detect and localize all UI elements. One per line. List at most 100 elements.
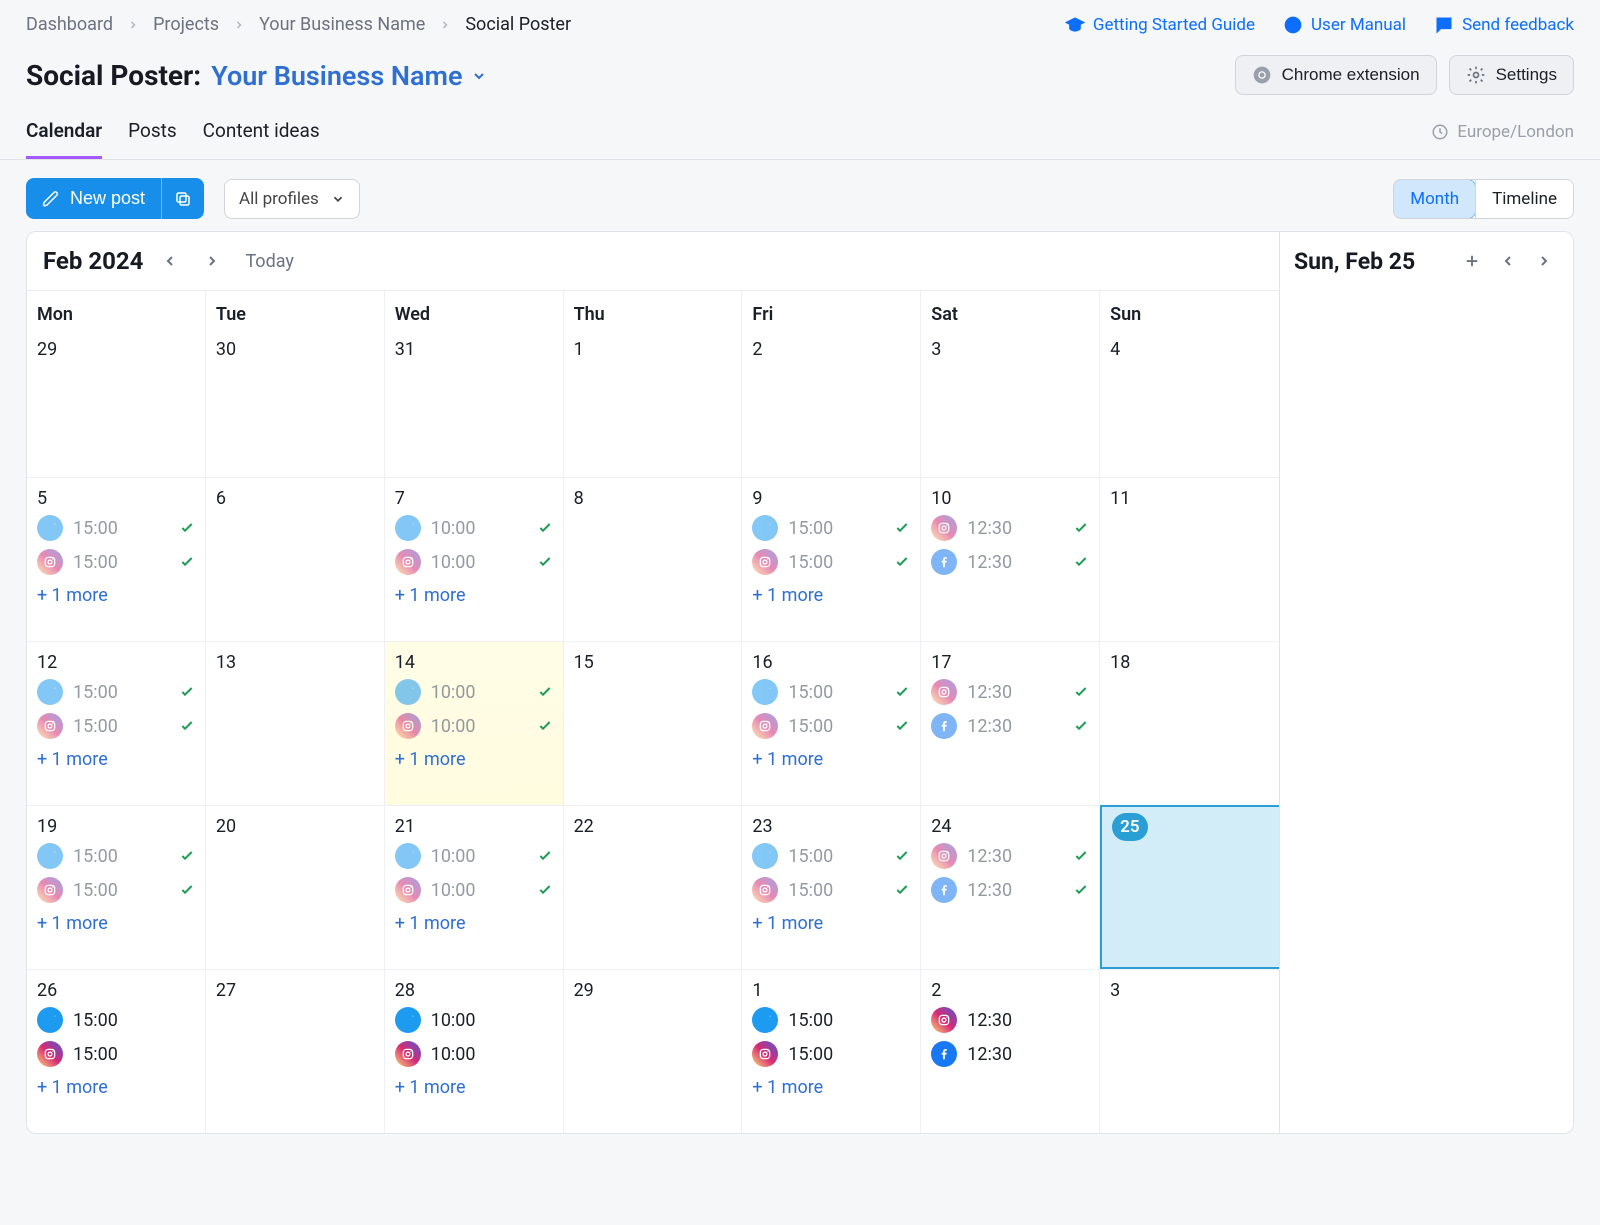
post-event[interactable]: 10:00 — [395, 713, 553, 739]
post-event[interactable]: 15:00 — [752, 843, 910, 869]
tab-content-ideas[interactable]: Content ideas — [203, 105, 320, 159]
breadcrumb-item[interactable]: Projects — [153, 14, 219, 35]
post-event[interactable]: 15:00 — [37, 713, 195, 739]
profiles-dropdown[interactable]: All profiles — [224, 179, 360, 219]
more-events-link[interactable]: + 1 more — [752, 913, 910, 934]
calendar-day[interactable]: 17 12:30 12:30 — [921, 641, 1100, 805]
more-events-link[interactable]: + 1 more — [395, 749, 553, 770]
more-events-link[interactable]: + 1 more — [395, 1077, 553, 1098]
breadcrumb-item[interactable]: Dashboard — [26, 14, 113, 35]
calendar-day[interactable]: 14 10:00 10:00+ 1 more — [385, 641, 564, 805]
add-post-button[interactable] — [1457, 246, 1487, 276]
next-month-button[interactable] — [197, 246, 227, 276]
calendar-day[interactable]: 27 — [206, 969, 385, 1133]
post-event[interactable]: 15:00 — [37, 1007, 195, 1033]
post-event[interactable]: 10:00 — [395, 1007, 553, 1033]
calendar-day[interactable]: 29 — [564, 969, 743, 1133]
more-events-link[interactable]: + 1 more — [752, 1077, 910, 1098]
send-feedback-link[interactable]: Send feedback — [1434, 15, 1574, 35]
calendar-day[interactable]: 12 15:00 15:00+ 1 more — [27, 641, 206, 805]
post-event[interactable]: 12:30 — [931, 1007, 1089, 1033]
getting-started-link[interactable]: Getting Started Guide — [1065, 15, 1255, 35]
calendar-day[interactable]: 5 15:00 15:00+ 1 more — [27, 477, 206, 641]
tab-posts[interactable]: Posts — [128, 105, 177, 159]
post-event[interactable]: 15:00 — [752, 515, 910, 541]
post-event[interactable]: 10:00 — [395, 1041, 553, 1067]
calendar-day[interactable]: 1 15:00 15:00+ 1 more — [742, 969, 921, 1133]
post-event[interactable]: 10:00 — [395, 877, 553, 903]
post-event[interactable]: 10:00 — [395, 515, 553, 541]
calendar-day[interactable]: 20 — [206, 805, 385, 969]
calendar-day[interactable]: 15 — [564, 641, 743, 805]
more-events-link[interactable]: + 1 more — [37, 749, 195, 770]
post-event[interactable]: 15:00 — [752, 1041, 910, 1067]
more-events-link[interactable]: + 1 more — [37, 1077, 195, 1098]
prev-month-button[interactable] — [155, 246, 185, 276]
calendar-day[interactable]: 8 — [564, 477, 743, 641]
more-events-link[interactable]: + 1 more — [37, 585, 195, 606]
calendar-day[interactable]: 28 10:00 10:00+ 1 more — [385, 969, 564, 1133]
calendar-day[interactable]: 4 — [1100, 329, 1279, 477]
calendar-day[interactable]: 3 — [921, 329, 1100, 477]
post-event[interactable]: 12:30 — [931, 1041, 1089, 1067]
post-event[interactable]: 10:00 — [395, 843, 553, 869]
calendar-day[interactable]: 9 15:00 15:00+ 1 more — [742, 477, 921, 641]
calendar-day[interactable]: 2 12:30 12:30 — [921, 969, 1100, 1133]
post-event[interactable]: 12:30 — [931, 877, 1089, 903]
calendar-day[interactable]: 31 — [385, 329, 564, 477]
more-events-link[interactable]: + 1 more — [752, 585, 910, 606]
tab-calendar[interactable]: Calendar — [26, 105, 102, 159]
post-event[interactable]: 10:00 — [395, 679, 553, 705]
post-event[interactable]: 15:00 — [752, 713, 910, 739]
post-event[interactable]: 15:00 — [37, 515, 195, 541]
more-events-link[interactable]: + 1 more — [395, 913, 553, 934]
post-event[interactable]: 12:30 — [931, 713, 1089, 739]
new-post-button[interactable]: New post — [26, 178, 161, 219]
calendar-day[interactable]: 18 — [1100, 641, 1279, 805]
view-timeline-button[interactable]: Timeline — [1475, 180, 1573, 218]
post-event[interactable]: 15:00 — [752, 549, 910, 575]
post-event[interactable]: 15:00 — [752, 877, 910, 903]
view-month-button[interactable]: Month — [1393, 179, 1476, 219]
more-events-link[interactable]: + 1 more — [395, 585, 553, 606]
calendar-day[interactable]: 29 — [27, 329, 206, 477]
calendar-day[interactable]: 21 10:00 10:00+ 1 more — [385, 805, 564, 969]
post-event[interactable]: 15:00 — [752, 679, 910, 705]
calendar-day[interactable]: 1 — [564, 329, 743, 477]
calendar-day[interactable]: 13 — [206, 641, 385, 805]
project-dropdown[interactable]: Your Business Name — [211, 60, 486, 92]
settings-button[interactable]: Settings — [1449, 55, 1574, 95]
user-manual-link[interactable]: User Manual — [1283, 15, 1406, 35]
new-post-more-button[interactable] — [161, 178, 204, 219]
calendar-day[interactable]: 22 — [564, 805, 743, 969]
more-events-link[interactable]: + 1 more — [37, 913, 195, 934]
calendar-day[interactable]: 23 15:00 15:00+ 1 more — [742, 805, 921, 969]
post-event[interactable]: 12:30 — [931, 843, 1089, 869]
post-event[interactable]: 12:30 — [931, 679, 1089, 705]
calendar-day[interactable]: 24 12:30 12:30 — [921, 805, 1100, 969]
calendar-day[interactable]: 26 15:00 15:00+ 1 more — [27, 969, 206, 1133]
prev-day-button[interactable] — [1493, 246, 1523, 276]
post-event[interactable]: 15:00 — [37, 1041, 195, 1067]
calendar-day[interactable]: 16 15:00 15:00+ 1 more — [742, 641, 921, 805]
calendar-day[interactable]: 19 15:00 15:00+ 1 more — [27, 805, 206, 969]
post-event[interactable]: 15:00 — [37, 843, 195, 869]
calendar-day[interactable]: 10 12:30 12:30 — [921, 477, 1100, 641]
post-event[interactable]: 15:00 — [37, 549, 195, 575]
post-event[interactable]: 10:00 — [395, 549, 553, 575]
calendar-day[interactable]: 6 — [206, 477, 385, 641]
post-event[interactable]: 15:00 — [752, 1007, 910, 1033]
breadcrumb-item[interactable]: Your Business Name — [259, 14, 425, 35]
post-event[interactable]: 12:30 — [931, 515, 1089, 541]
post-event[interactable]: 15:00 — [37, 877, 195, 903]
calendar-day[interactable]: 11 — [1100, 477, 1279, 641]
calendar-day[interactable]: 30 — [206, 329, 385, 477]
next-day-button[interactable] — [1529, 246, 1559, 276]
post-event[interactable]: 15:00 — [37, 679, 195, 705]
today-button[interactable]: Today — [245, 251, 293, 272]
chrome-extension-button[interactable]: Chrome extension — [1235, 55, 1437, 95]
calendar-day[interactable]: 3 — [1100, 969, 1279, 1133]
calendar-day[interactable]: 2 — [742, 329, 921, 477]
calendar-day[interactable]: 25 — [1100, 805, 1279, 969]
calendar-day[interactable]: 7 10:00 10:00+ 1 more — [385, 477, 564, 641]
